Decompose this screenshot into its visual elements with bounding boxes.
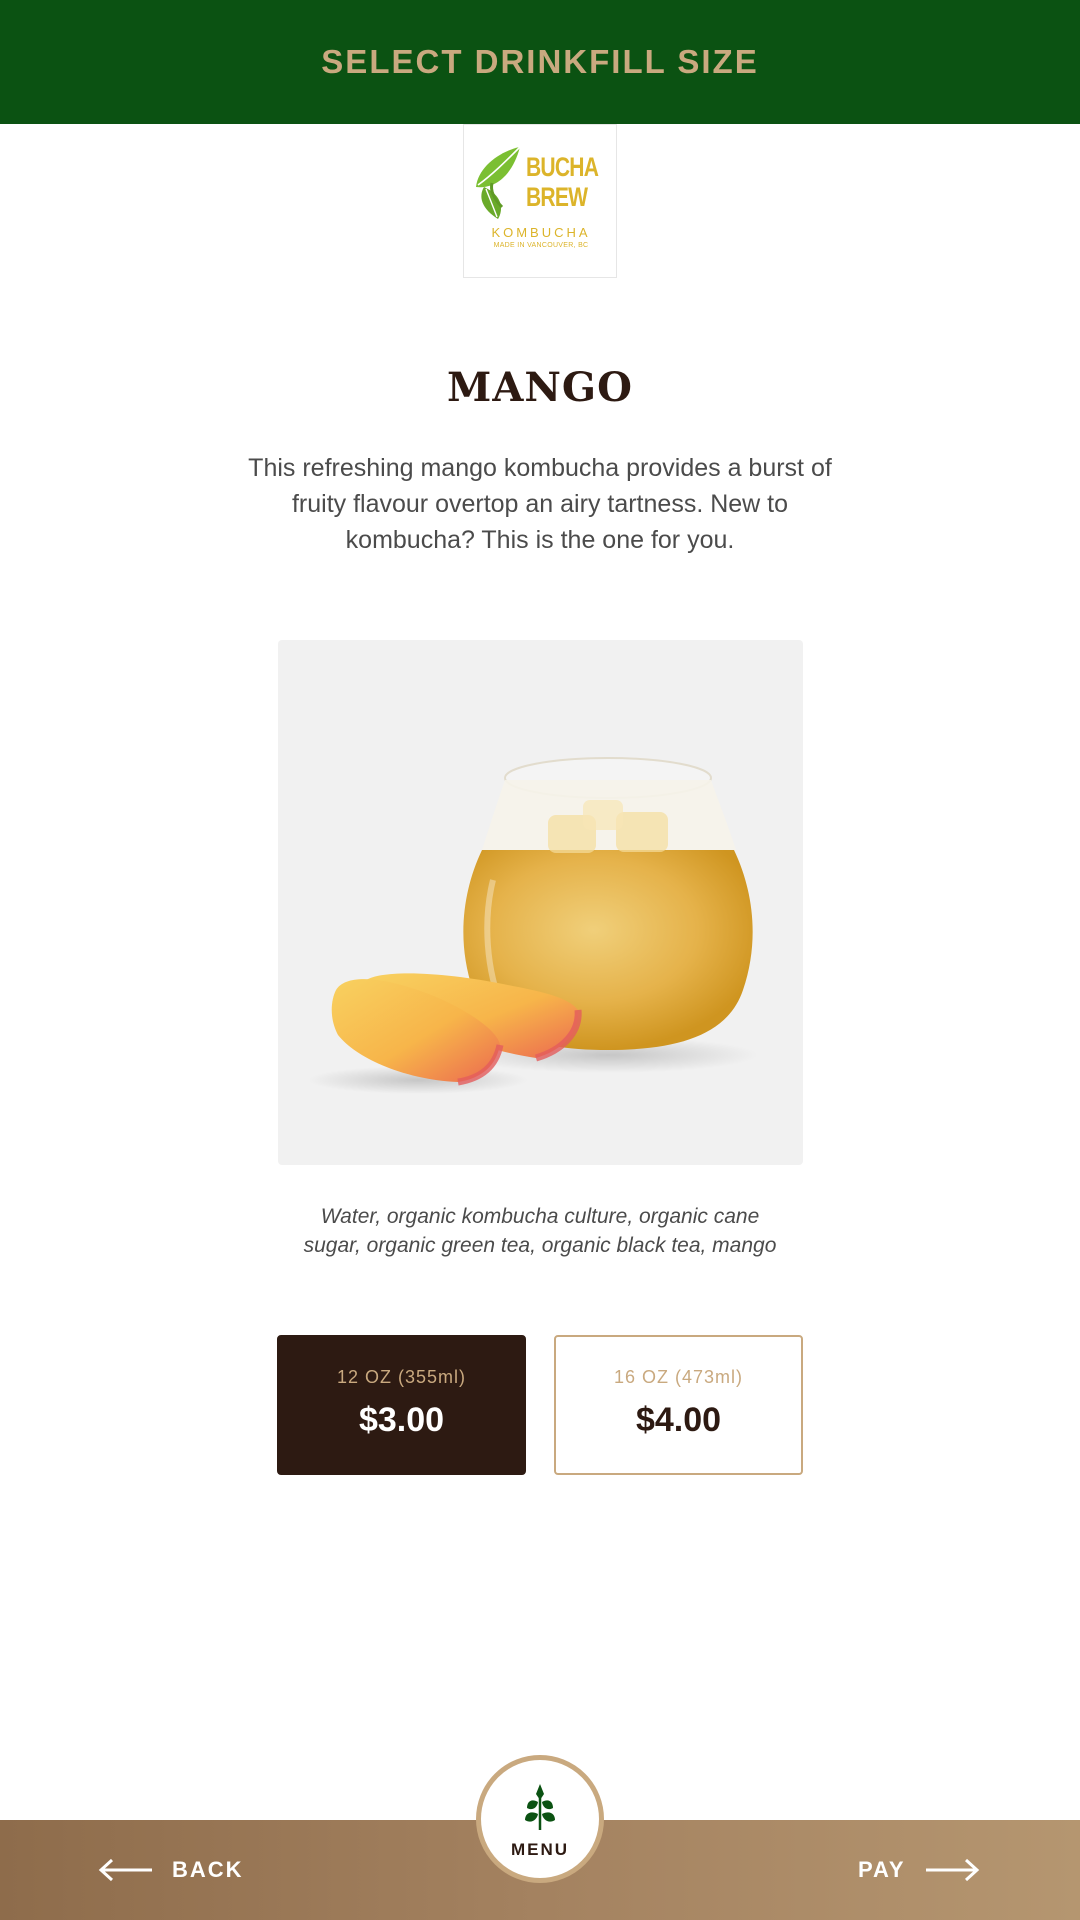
brand-logo: BUCHA BREW KOMBUCHA MADE IN VANCOUVER, B… — [463, 124, 617, 278]
back-label: BACK — [172, 1857, 244, 1882]
product-name: MANGO — [447, 364, 633, 411]
page: SELECT DRINKFILL SIZE BUCHA BREW KOMBUCH… — [0, 0, 1080, 1920]
size-label: 16 OZ (473ml) — [613, 1367, 744, 1387]
mango-kombucha-illustration — [308, 757, 758, 1094]
back-button[interactable]: BACK — [98, 1840, 244, 1900]
pay-button[interactable]: PAY — [858, 1840, 980, 1900]
leaf-icon — [525, 1784, 555, 1830]
arrow-right-icon — [925, 1858, 979, 1882]
logo-line2: BREW — [526, 182, 588, 212]
size-label: 12 OZ (355ml) — [336, 1367, 467, 1387]
page-title: SELECT DRINKFILL SIZE — [321, 43, 759, 80]
pay-label: PAY — [858, 1857, 906, 1882]
size-price: $3.00 — [358, 1401, 445, 1439]
header-bar: SELECT DRINKFILL SIZE — [0, 0, 1080, 124]
logo-line1: BUCHA — [526, 152, 599, 182]
product-image — [278, 640, 803, 1165]
menu-button[interactable]: MENU — [476, 1755, 604, 1883]
size-option-16oz[interactable]: 16 OZ (473ml) $4.00 — [554, 1335, 803, 1475]
size-price: $4.00 — [635, 1401, 722, 1439]
size-option-12oz[interactable]: 12 OZ (355ml) $3.00 — [277, 1335, 526, 1475]
logo-tagline: MADE IN VANCOUVER, BC — [493, 242, 589, 249]
menu-label: MENU — [510, 1840, 570, 1859]
ingredients-text: Water, organic kombucha culture, organic… — [303, 1205, 777, 1257]
logo-subtitle: KOMBUCHA — [491, 225, 591, 240]
arrow-left-icon — [98, 1858, 152, 1882]
product-description: This refreshing mango kombucha provides … — [248, 454, 832, 554]
